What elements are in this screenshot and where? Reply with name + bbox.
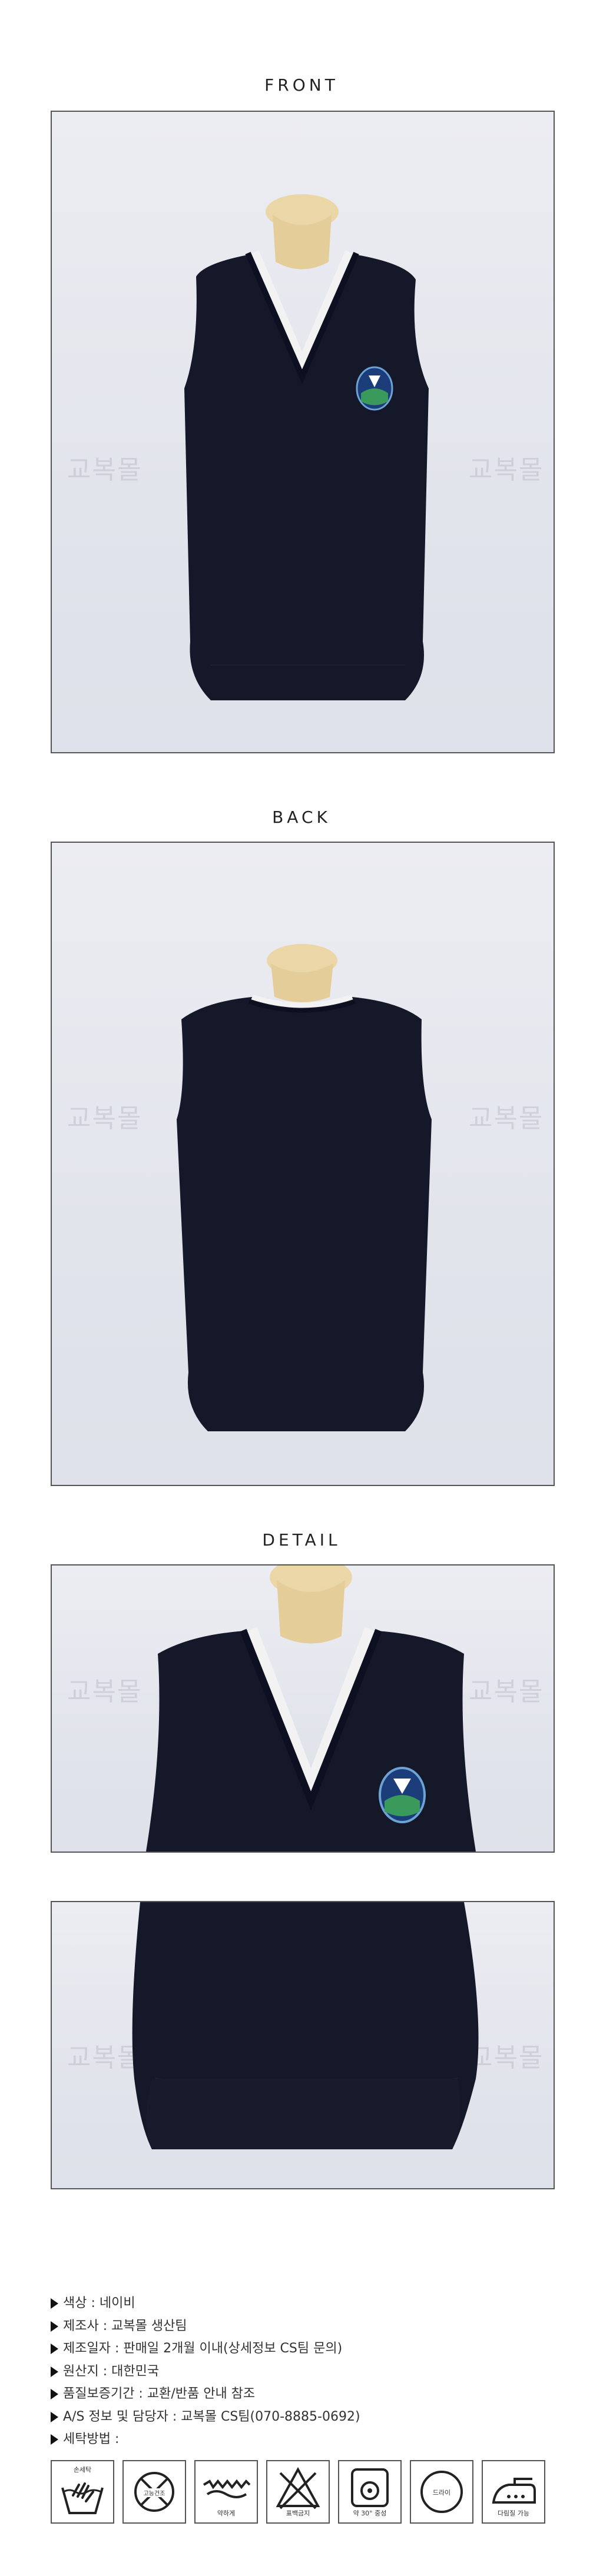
section-title-front: FRONT [264,75,339,95]
bullet-icon [51,2366,58,2377]
machine-wash-icon: 약 30° 중성 [338,2460,402,2524]
bullet-icon [51,2434,58,2445]
detail-hem-photo: 교복몰 교복몰 [51,1901,555,2189]
back-vest-image [177,944,432,1431]
info-warranty: 품질보증기간 : 교환/반품 안내 참조 [51,2383,360,2406]
dry-clean-icon: 드라이 [410,2460,473,2524]
product-info: 색상 : 네이비 제조사 : 교복몰 생산팀 제조일자 : 판매일 2개월 이내… [51,2292,360,2451]
section-title-detail: DETAIL [262,1530,341,1550]
no-bleach-icon: 표백금지 [266,2460,330,2524]
bullet-icon [51,2321,58,2332]
back-photo: 교복몰 교복몰 [51,842,555,1486]
info-origin: 원산지 : 대한민국 [51,2361,360,2384]
bullet-icon [51,2298,58,2309]
detail-hem-image [132,1902,479,2149]
detail-top-photo: 교복몰 교복몰 [51,1564,555,1853]
info-color: 색상 : 네이비 [51,2292,360,2315]
bullet-icon [51,2389,58,2400]
iron-icon: 다림질 가능 [482,2460,545,2524]
info-manufacturer: 제조사 : 교복몰 생산팀 [51,2315,360,2338]
hand-wash-icon: 손세탁 [51,2460,114,2524]
section-title-back: BACK [272,807,331,827]
detail-neck-image [146,1565,476,1852]
info-manufacture-date: 제조일자 : 판매일 2개월 이내(상세정보 CS팀 문의) [51,2338,360,2361]
wring-gently-icon: 약하게 [194,2460,258,2524]
no-tumble-dry-icon: 고능건조 [122,2460,186,2524]
front-photo: 교복몰 교복몰 [51,111,555,753]
info-as-contact: A/S 정보 및 담당자 : 교복몰 CS팀(070-8885-0692) [51,2406,360,2429]
bullet-icon [51,2344,58,2355]
front-vest-image [184,194,429,700]
bullet-icon [51,2411,58,2422]
info-care-method: 세탁방법 : [51,2428,360,2451]
care-icons: 손세탁 고능건조 약하게 표백금지 약 30° 중성 드라이 다림질 가능 [51,2460,545,2524]
